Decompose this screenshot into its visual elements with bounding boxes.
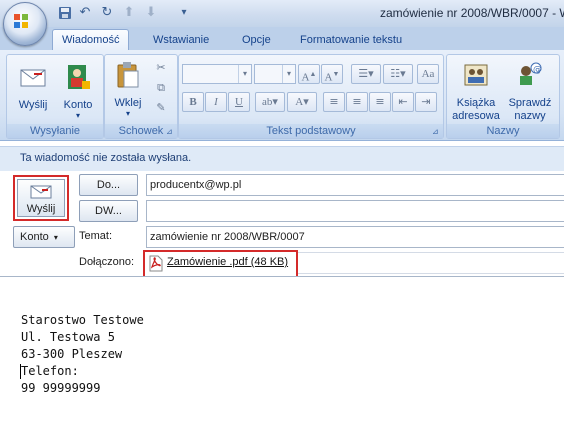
check-names-icon: @: [520, 62, 542, 85]
ribbon-account-label: Konto: [63, 99, 93, 111]
attached-label: Dołączono:: [79, 256, 135, 268]
to-button[interactable]: Do...: [79, 174, 138, 196]
font-color-icon[interactable]: A▾: [287, 92, 317, 112]
envelope-icon: [20, 69, 46, 87]
align-center-icon[interactable]: ≡: [346, 92, 368, 112]
send-button-face: Wyślij: [17, 179, 65, 217]
paste-icon: [117, 62, 139, 88]
subject-label: Temat:: [79, 230, 113, 242]
ribbon-send-label: Wyślij: [18, 99, 48, 111]
bold-icon[interactable]: B: [182, 92, 204, 112]
numbering-icon[interactable]: ☷▾: [383, 64, 413, 84]
increase-indent-icon[interactable]: ⇥: [415, 92, 437, 112]
format-painter-icon[interactable]: ✎: [151, 99, 171, 117]
paste-button[interactable]: Wklej ▾: [109, 59, 147, 118]
basic-text-launcher-icon[interactable]: ⊿: [432, 127, 441, 136]
group-names-label: Nazwy: [447, 124, 559, 138]
shrink-font-icon[interactable]: A▼: [321, 64, 343, 84]
underline-icon[interactable]: U: [228, 92, 250, 112]
attachment-link[interactable]: Zamówienie .pdf (48 KB): [167, 256, 288, 268]
ribbon-send-button[interactable]: Wyślij: [11, 61, 55, 112]
align-left-icon[interactable]: ≡: [323, 92, 345, 112]
group-basic-text-label: Tekst podstawowy: [179, 124, 443, 138]
group-send: Wyślij Konto ▾ Wysyłanie: [6, 54, 104, 139]
account-icon: [68, 65, 90, 89]
send-button-label: Wyślij: [26, 203, 56, 215]
body-line: Ul. Testowa 5: [21, 330, 115, 344]
italic-icon[interactable]: I: [205, 92, 227, 112]
check-names-label-1: Sprawdź: [508, 97, 552, 109]
highlight-icon[interactable]: ab▾: [255, 92, 285, 112]
clipboard-launcher-icon[interactable]: ⊿: [166, 127, 175, 136]
up-arrow-icon[interactable]: ⬆: [121, 5, 137, 21]
send-envelope-icon: [30, 185, 52, 199]
info-bar-text: Ta wiadomość nie została wysłana.: [20, 152, 192, 164]
attachment-highlight[interactable]: Zamówienie .pdf (48 KB): [143, 250, 298, 278]
ribbon-account-button[interactable]: Konto ▾: [57, 61, 99, 120]
account-button-label: Konto: [20, 231, 49, 243]
tab-format-text[interactable]: Formatowanie tekstu: [291, 30, 411, 50]
address-book-label-1: Książka: [456, 97, 496, 109]
align-right-icon[interactable]: ≡: [369, 92, 391, 112]
address-book-button[interactable]: Książka adresowa: [451, 59, 501, 123]
font-name-combo[interactable]: ▾: [182, 64, 252, 84]
font-size-combo[interactable]: ▾: [254, 64, 296, 84]
down-arrow-icon[interactable]: ⬇: [143, 5, 159, 21]
group-send-label: Wysyłanie: [7, 124, 103, 138]
check-names-label-2: nazwy: [514, 110, 546, 122]
undo-icon[interactable]: ↶: [77, 5, 93, 21]
clear-formatting-icon[interactable]: Aa: [417, 64, 439, 84]
text-caret: [20, 364, 21, 379]
tab-options[interactable]: Opcje: [233, 30, 280, 50]
tab-insert[interactable]: Wstawianie: [144, 30, 218, 50]
tab-message[interactable]: Wiadomość: [52, 29, 130, 51]
subject-field[interactable]: zamówienie nr 2008/WBR/0007: [146, 226, 564, 248]
copy-icon[interactable]: ⧉: [151, 79, 171, 97]
save-icon[interactable]: [58, 6, 72, 20]
send-button[interactable]: Wyślij: [13, 175, 69, 221]
body-line: Telefon:: [21, 364, 79, 378]
cc-button[interactable]: DW...: [79, 200, 138, 222]
pdf-file-icon: [149, 255, 163, 272]
check-names-button[interactable]: @ Sprawdź nazwy: [505, 59, 555, 123]
group-basic-text: ▾ ▾ A▲ A▼ ☰▾ ☷▾ Aa B I U ab▾ A▾ ≡ ≡ ≡ ⇤ …: [178, 54, 444, 139]
svg-text:@: @: [533, 65, 542, 75]
redo-icon[interactable]: ↻: [99, 5, 115, 21]
to-field[interactable]: producentx@wp.pl: [146, 174, 564, 196]
office-logo-icon: [14, 14, 28, 28]
group-clipboard: Wklej ▾ ✂ ⧉ ✎ Schowek ⊿: [104, 54, 178, 139]
address-book-icon: [464, 64, 488, 86]
account-button[interactable]: Konto ▾: [13, 226, 75, 248]
account-dropdown-icon: ▾: [53, 233, 58, 242]
bullets-icon[interactable]: ☰▾: [351, 64, 381, 84]
grow-font-icon[interactable]: A▲: [298, 64, 320, 84]
body-line: 99 99999999: [21, 381, 101, 395]
body-line: Starostwo Testowe: [21, 313, 144, 327]
address-book-label-2: adresowa: [452, 110, 500, 122]
cc-field[interactable]: [146, 200, 564, 222]
paste-label: Wklej: [114, 97, 142, 109]
window-title: zamówienie nr 2008/WBR/0007 - W: [380, 6, 564, 20]
body-line: 63-300 Pleszew: [21, 347, 123, 361]
customize-qat-icon[interactable]: ▾: [176, 5, 192, 21]
decrease-indent-icon[interactable]: ⇤: [392, 92, 414, 112]
cut-icon[interactable]: ✂: [151, 59, 171, 77]
group-names: Książka adresowa @ Sprawdź nazwy Nazwy: [446, 54, 560, 139]
